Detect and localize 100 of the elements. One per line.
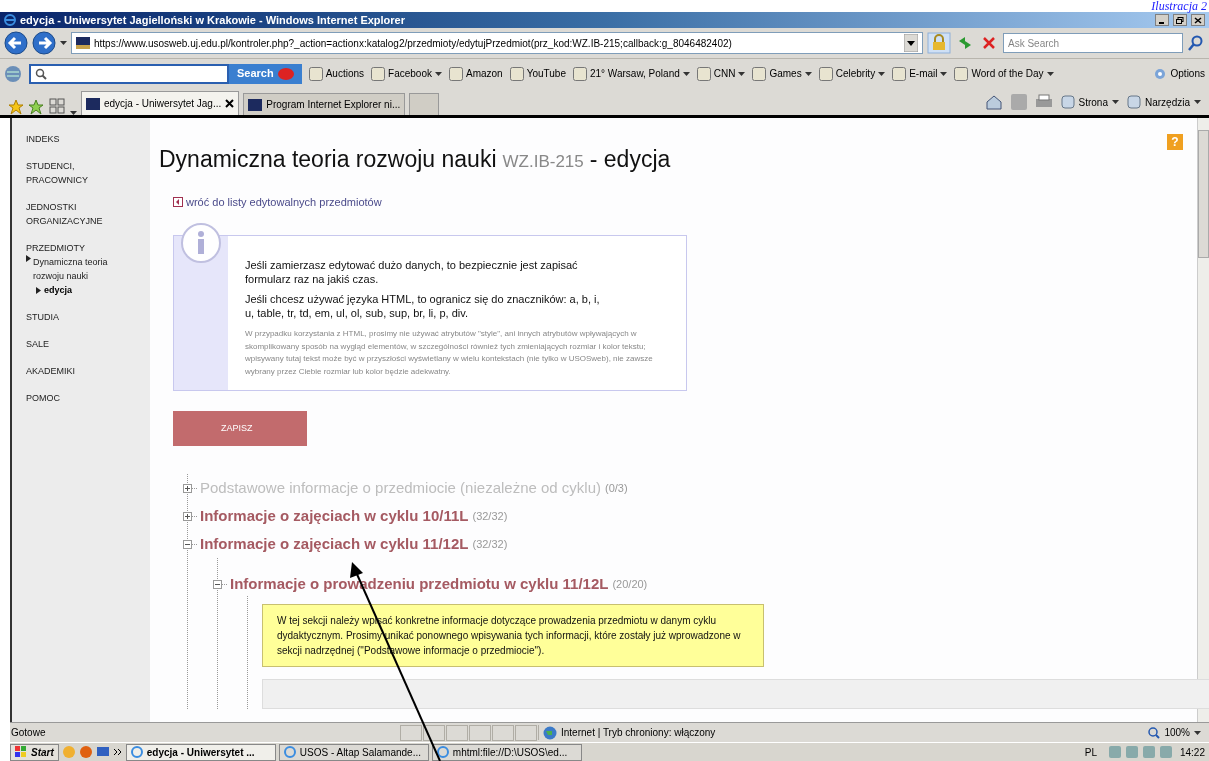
minimize-button[interactable] [1155, 14, 1169, 26]
clock: 14:22 [1179, 745, 1205, 760]
search-button[interactable]: Search [229, 63, 302, 84]
caret-icon[interactable] [804, 71, 812, 76]
command-menu[interactable]: Narzędzia [1126, 94, 1201, 110]
browser-tab[interactable]: edycja - Uniwersytet Jag... [81, 91, 240, 115]
status-pane [515, 724, 537, 741]
expand-icon[interactable] [183, 511, 197, 521]
language-indicator[interactable]: PL [1084, 744, 1097, 760]
search-field[interactable]: Ask Search [1003, 33, 1183, 53]
toolbar-link[interactable]: 21° Warsaw, Poland [572, 66, 690, 81]
sidebar-link[interactable]: STUDENCI, PRACOWNICY [26, 159, 116, 187]
status-pane [446, 724, 468, 741]
sidebar-link[interactable]: INDEKS [26, 132, 116, 146]
info-text: Jeśli chcesz używać języka HTML, to ogranicz się do znaczników: a, b, i, u, table, tr, td, em, ul, ol, sub, sup, br, li, p, div. [245, 292, 601, 320]
toolbar-link[interactable]: Celebrity [818, 66, 886, 81]
close-button[interactable] [1191, 14, 1205, 26]
link-favicon-icon [572, 66, 587, 81]
browser-tab[interactable]: Program Internet Explorer ni... [243, 93, 406, 115]
toolbar-link[interactable]: E-mail [892, 66, 948, 81]
collapse-icon[interactable] [213, 579, 227, 589]
scrollbar-thumb[interactable] [1198, 130, 1209, 258]
close-icon[interactable] [225, 99, 235, 108]
link-favicon-icon [752, 66, 767, 81]
close-icon [1194, 16, 1202, 24]
chevron-icon[interactable] [112, 748, 123, 756]
link-favicon-icon [308, 66, 323, 81]
window-title: edycja - Uniwersytet Jagielloński w Krakowie - Windows Internet Explorer [20, 12, 406, 28]
section-count: (20/20) [612, 576, 648, 592]
desktop-icon[interactable] [95, 745, 110, 759]
start-button[interactable]: Start [10, 743, 59, 761]
caret-icon[interactable] [940, 71, 948, 76]
status-text: Gotowe [10, 726, 47, 740]
caret-icon[interactable] [435, 71, 442, 76]
restore-icon [1176, 16, 1184, 24]
back-link[interactable]: wróć do listy edytowalnych przedmiotów [173, 193, 1197, 210]
sidebar-link[interactable]: AKADEMIKI [26, 364, 116, 378]
app-icon [283, 746, 296, 758]
options-button[interactable]: Options [1152, 66, 1205, 81]
sidebar-link[interactable]: JEDNOSTKI ORGANIZACYJNE [26, 200, 116, 228]
taskbar-button[interactable]: USOS - Altap Salamande... [278, 743, 429, 761]
caret-icon[interactable] [60, 41, 67, 45]
globe-icon [543, 725, 557, 740]
caret-icon[interactable] [70, 111, 77, 115]
add-favorite-icon[interactable] [28, 99, 44, 115]
toolbar-link[interactable]: Amazon [449, 66, 503, 81]
caret-icon[interactable] [878, 71, 886, 76]
caption: Ilustracja 2 [1151, 0, 1207, 12]
zoom-button[interactable]: 100% [1148, 725, 1201, 740]
app-icon [130, 746, 143, 758]
command-menu[interactable]: Strona [1060, 94, 1119, 110]
triangle-icon [26, 255, 31, 262]
tab-favicon-icon [86, 97, 100, 110]
printer-icon[interactable] [1034, 94, 1053, 110]
save-button[interactable]: ZAPISZ [173, 411, 307, 446]
search-icon[interactable] [1187, 34, 1205, 52]
sidebar-link[interactable]: PRZEDMIOTY [26, 241, 116, 255]
site-logo-icon [76, 37, 90, 49]
section-heading[interactable]: Informacje o zajęciach w cyklu 10/11L [200, 504, 469, 528]
section-heading[interactable]: Informacje o zajęciach w cyklu 11/12L [200, 532, 469, 556]
toolbar-link[interactable]: YouTube [509, 66, 566, 81]
link-favicon-icon [954, 66, 969, 81]
search-field[interactable] [29, 63, 229, 84]
restore-button[interactable] [1173, 14, 1187, 26]
sidebar-link[interactable]: Dynamiczna teoria rozwoju nauki [33, 255, 123, 283]
back-icon[interactable] [4, 31, 28, 55]
caret-icon[interactable] [682, 71, 690, 76]
forward-icon[interactable] [32, 31, 56, 55]
toolbar-link[interactable]: CNN [696, 66, 746, 81]
dropdown-icon[interactable] [904, 34, 918, 52]
collapse-icon[interactable] [183, 539, 197, 549]
star-icon[interactable] [8, 99, 24, 115]
scrollbar[interactable] [1197, 118, 1209, 722]
taskbar-button[interactable]: mhtml:file://D:\USOS\ed... [431, 743, 582, 761]
sidebar-link[interactable]: STUDIA [26, 310, 116, 324]
caret-icon[interactable] [1194, 100, 1201, 104]
security-zone: Internet | Tryb chroniony: włączony [538, 725, 858, 740]
link-favicon-icon [449, 66, 463, 81]
link-favicon-icon [696, 66, 711, 81]
toolbar-link[interactable]: Word of the Day [954, 66, 1054, 81]
sidebar-link[interactable]: SALE [26, 337, 116, 351]
info-text: Jeśli zamierzasz edytować dużo danych, to bezpiecznie jest zapisać formularz raz na jakiś czas. [245, 258, 579, 286]
status-pane [492, 724, 514, 741]
sidebar-link[interactable]: POMOC [26, 391, 116, 405]
taskbar-button[interactable]: edycja - Uniwersytet ... [125, 743, 276, 761]
course-code: WZ.IB-215 [502, 151, 584, 173]
toolbar-link[interactable]: Games [752, 66, 812, 81]
address-field[interactable]: https://www.usosweb.uj.edu.pl/kontroler.php?_action=actionx:katalog2/przedmioty/edytujPrzedmiot(prz_kod:WZ.IB-215;callback:g_8046482402) [71, 32, 923, 54]
caret-icon[interactable] [1194, 730, 1201, 735]
toolbar-link[interactable]: Facebook [371, 66, 442, 81]
expand-icon[interactable] [183, 483, 197, 493]
sidebar-link[interactable]: edycja [44, 283, 73, 297]
home-icon[interactable] [984, 94, 1003, 110]
triangle-icon [36, 286, 41, 294]
link-favicon-icon [371, 66, 386, 81]
info-note: W przypadku korzystania z HTML, prosimy nie używać atrybutów "style", ani innych atrybutów wpływających w skomplikowany sposób na wygląd elementów, w szczególności również tych zmieniających rozmiar i kolor tekstu; wpisywany tutaj tekst może być w przyszłości wyświetlany w wielu kontekstach (nie tylko w USOSweb), nie zawsze wybrany przez Ciebie rozmiar lub kolor będzie adekwatny. [245, 328, 654, 378]
toolbar-link[interactable]: Auctions [308, 66, 365, 81]
caret-icon[interactable] [1046, 71, 1054, 76]
caret-icon[interactable] [738, 71, 746, 76]
caret-icon[interactable] [1111, 100, 1119, 104]
